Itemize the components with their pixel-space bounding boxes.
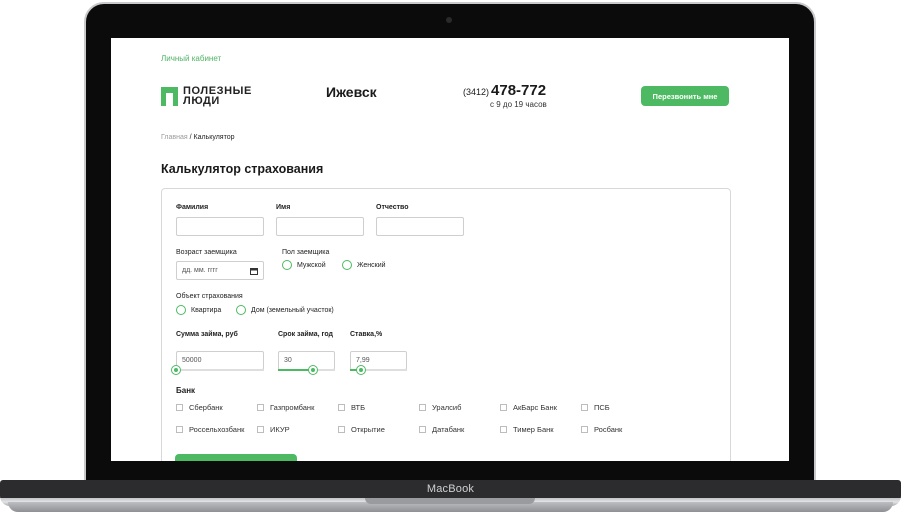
thumb-dot — [359, 368, 364, 372]
bank-checkbox-item[interactable]: Открытие — [338, 425, 385, 434]
bank-checkbox-item[interactable]: Сбербанк — [176, 403, 223, 412]
thumb-dot — [174, 368, 178, 372]
object-apartment-label: Квартира — [191, 306, 222, 314]
checkbox-box[interactable] — [176, 426, 183, 433]
loan-amount-label: Сумма займа, руб — [176, 331, 238, 338]
rate-slider-thumb[interactable] — [356, 365, 367, 375]
bank-checkbox-label: Россельхозбанк — [189, 425, 245, 434]
checkbox-box[interactable] — [338, 404, 345, 411]
camera-dot — [446, 17, 452, 23]
radio-circle — [282, 260, 292, 270]
checkbox-box[interactable] — [500, 404, 507, 411]
surname-label: Фамилия — [176, 204, 209, 211]
checkbox-box[interactable] — [419, 404, 426, 411]
loan-term-slider-track[interactable] — [278, 369, 335, 371]
bank-checkbox-item[interactable]: ПСБ — [581, 403, 610, 412]
surname-input[interactable] — [176, 217, 264, 236]
laptop-notch — [365, 498, 535, 504]
radio-circle — [342, 260, 352, 270]
checkbox-box[interactable] — [338, 426, 345, 433]
breadcrumb-home[interactable]: Главная — [161, 134, 188, 141]
gender-male-label: Мужской — [297, 261, 326, 269]
bank-checkbox-item[interactable]: ВТБ — [338, 403, 365, 412]
loan-amount-slider-thumb[interactable] — [171, 365, 181, 375]
patronymic-label: Отчество — [376, 204, 409, 211]
name-input[interactable] — [276, 217, 364, 236]
calendar-icon[interactable] — [250, 267, 258, 275]
name-label: Имя — [276, 204, 291, 211]
gender-label: Пол заемщика — [282, 249, 330, 256]
birthdate-placeholder: дд. мм. гггг — [182, 267, 218, 274]
bank-checkbox-label: АкБарс Банк — [513, 403, 557, 412]
checkbox-box[interactable] — [581, 426, 588, 433]
patronymic-input[interactable] — [376, 217, 464, 236]
bank-checkbox-item[interactable]: Газпромбанк — [257, 403, 314, 412]
radio-circle — [176, 305, 186, 315]
loan-term-slider-thumb[interactable] — [308, 365, 319, 375]
loan-amount-input[interactable]: 50000 — [176, 351, 264, 370]
breadcrumb-current: Калькулятор — [193, 134, 235, 141]
bank-checkbox-label: Тимер Банк — [513, 425, 554, 434]
loan-term-input[interactable]: 30 — [278, 351, 335, 370]
phone-code: (3412) — [463, 87, 490, 97]
bank-checkbox-label: ПСБ — [594, 403, 610, 412]
bank-checkbox-item[interactable]: Датабанк — [419, 425, 464, 434]
callback-button[interactable]: Перезвонить мне — [641, 86, 729, 106]
logo-text: ПОЛЕЗНЫЕ ЛЮДИ — [183, 86, 252, 107]
loan-term-label: Срок займа, год — [278, 331, 333, 338]
browser-screen: Личный кабинет ПОЛЕЗНЫЕ ЛЮДИ Ижевск (341… — [111, 38, 789, 461]
object-house-radio[interactable]: Дом (земельный участок) — [236, 305, 334, 315]
loan-amount-slider-track[interactable] — [176, 369, 264, 371]
bank-checkbox-label: ИКУР — [270, 425, 290, 434]
bank-checkbox-label: Сбербанк — [189, 403, 223, 412]
thumb-dot — [311, 368, 316, 372]
bank-checkbox-label: ВТБ — [351, 403, 366, 412]
calculator-form: Фамилия Имя Отчество Возраст заемщика дд… — [161, 188, 731, 461]
logo-icon — [161, 86, 178, 106]
bank-checkbox-item[interactable]: Россельхозбанк — [176, 425, 244, 434]
working-hours: с 9 до 19 часов — [490, 100, 547, 109]
calculate-button[interactable] — [175, 454, 297, 461]
radio-circle — [236, 305, 246, 315]
object-label: Объект страхования — [176, 293, 243, 300]
gender-male-radio[interactable]: Мужской — [282, 260, 326, 270]
rate-label: Ставка,% — [350, 331, 383, 338]
checkbox-box[interactable] — [581, 404, 588, 411]
bank-checkbox-label: Росбанк — [594, 425, 623, 434]
checkbox-box[interactable] — [419, 426, 426, 433]
bank-checkbox-item[interactable]: Уралсиб — [419, 403, 461, 412]
bank-checkbox-label: Уралсиб — [432, 403, 462, 412]
bank-checkbox-label: Газпромбанк — [270, 403, 315, 412]
bank-checkbox-item[interactable]: Тимер Банк — [500, 425, 554, 434]
logo-line-2: ЛЮДИ — [183, 95, 220, 107]
bank-checkbox-label: Датабанк — [432, 425, 465, 434]
object-apartment-radio[interactable]: Квартира — [176, 305, 221, 315]
page-title: Калькулятор страхования — [161, 162, 324, 176]
checkbox-box[interactable] — [257, 426, 264, 433]
checkbox-box[interactable] — [500, 426, 507, 433]
bank-label: Банк — [176, 386, 196, 395]
checkbox-box[interactable] — [257, 404, 264, 411]
breadcrumb: Главная / Калькулятор — [161, 134, 234, 141]
site-logo[interactable]: ПОЛЕЗНЫЕ ЛЮДИ — [161, 86, 252, 107]
phone[interactable]: (3412) 478-772 — [463, 82, 546, 100]
bank-checkbox-item[interactable]: АкБарс Банк — [500, 403, 557, 412]
gender-female-label: Женский — [357, 261, 386, 269]
checkbox-box[interactable] — [176, 404, 183, 411]
age-label: Возраст заемщика — [176, 249, 237, 256]
bank-checkbox-item[interactable]: ИКУР — [257, 425, 290, 434]
city-name[interactable]: Ижевск — [326, 84, 377, 100]
personal-cabinet-link[interactable]: Личный кабинет — [161, 54, 221, 63]
object-house-label: Дом (земельный участок) — [251, 306, 334, 314]
bank-checkbox-label: Открытие — [351, 425, 385, 434]
gender-female-radio[interactable]: Женский — [342, 260, 386, 270]
birthdate-input[interactable]: дд. мм. гггг — [176, 261, 264, 280]
phone-number: 478-772 — [491, 82, 547, 99]
bank-checkbox-item[interactable]: Росбанк — [581, 425, 622, 434]
device-brand-label: MacBook — [426, 483, 475, 495]
